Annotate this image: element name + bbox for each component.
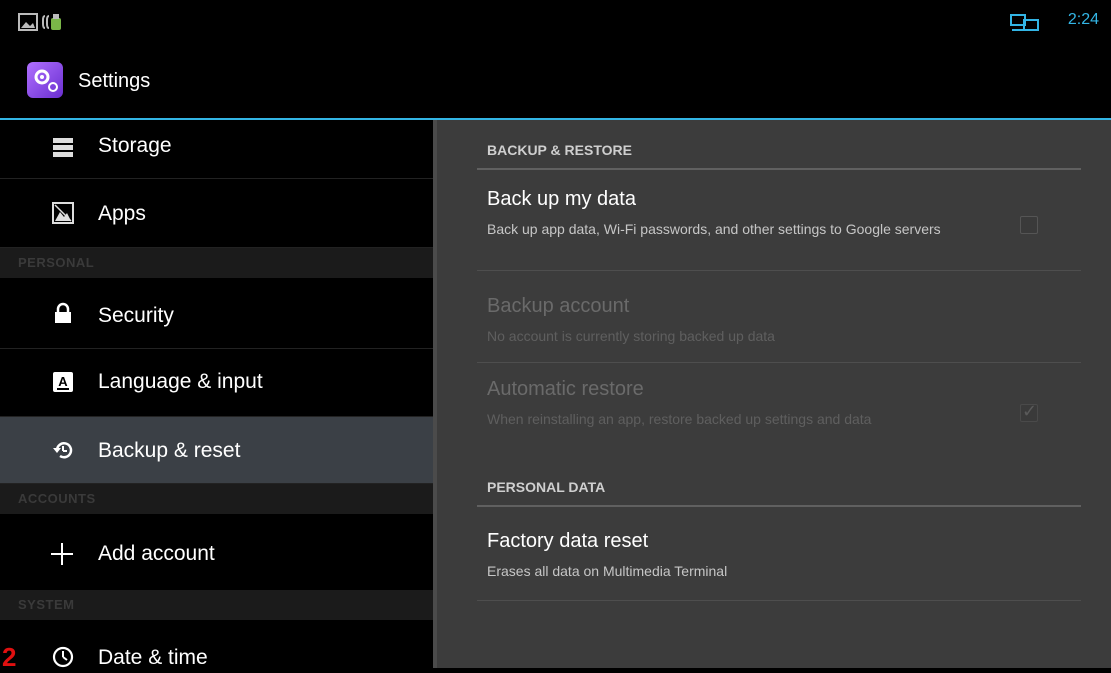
sidebar-item-backup-reset[interactable]: Backup & reset bbox=[0, 417, 433, 484]
pref-automatic-restore: Automatic restore When reinstalling an a… bbox=[477, 378, 1081, 468]
status-bar: 2:24 bbox=[0, 0, 1111, 44]
settings-sidebar: Storage Apps PERSONAL Security A Languag… bbox=[0, 120, 433, 672]
sidebar-item-apps[interactable]: Apps bbox=[0, 179, 433, 248]
section-divider bbox=[477, 505, 1081, 507]
backup-checkbox[interactable] bbox=[1020, 216, 1038, 234]
section-header-system: SYSTEM bbox=[0, 590, 433, 620]
network-connected-icon bbox=[1010, 14, 1042, 36]
sidebar-item-add-account[interactable]: Add account bbox=[0, 518, 433, 591]
annotation-marker: 2 bbox=[2, 642, 17, 672]
pref-backup-account: Backup account No account is currently s… bbox=[477, 295, 1081, 363]
keyboard-icon: A bbox=[52, 371, 74, 393]
svg-text:A: A bbox=[58, 374, 68, 389]
sidebar-item-storage[interactable]: Storage bbox=[0, 120, 433, 179]
pref-title: Automatic restore bbox=[487, 378, 644, 400]
clock: 2:24 bbox=[1067, 11, 1099, 28]
usb-debug-icon bbox=[42, 12, 64, 36]
checkmark-icon: ✓ bbox=[1022, 401, 1038, 422]
pref-summary: Back up app data, Wi-Fi passwords, and o… bbox=[487, 221, 941, 237]
pref-title: Factory data reset bbox=[487, 530, 649, 552]
sidebar-item-label: Backup & reset bbox=[98, 439, 241, 462]
auto-restore-checkbox: ✓ bbox=[1020, 401, 1038, 422]
add-icon bbox=[50, 542, 73, 565]
section-divider bbox=[477, 168, 1081, 170]
detail-pane: BACKUP & RESTORE Back up my data Back up… bbox=[433, 120, 1111, 668]
backup-restore-icon bbox=[52, 439, 74, 461]
section-header-personal: PERSONAL bbox=[0, 248, 433, 278]
clock-icon bbox=[52, 646, 74, 668]
sidebar-item-label: Security bbox=[98, 304, 174, 327]
sidebar-item-label: Date & time bbox=[98, 646, 208, 669]
pref-factory-data-reset[interactable]: Factory data reset Erases all data on Mu… bbox=[477, 530, 1081, 601]
settings-app-icon[interactable] bbox=[27, 62, 63, 98]
pref-title: Backup account bbox=[487, 295, 630, 317]
image-notification-icon bbox=[18, 12, 38, 36]
apps-icon bbox=[52, 202, 74, 224]
storage-icon bbox=[52, 136, 74, 158]
section-header-personal-data: PERSONAL DATA bbox=[487, 479, 606, 495]
pref-summary: No account is currently storing backed u… bbox=[487, 328, 775, 344]
pref-summary: When reinstalling an app, restore backed… bbox=[487, 411, 872, 427]
action-bar: Settings bbox=[0, 44, 1111, 120]
sidebar-item-date-time[interactable]: Date & time bbox=[0, 620, 433, 669]
pref-back-up-my-data[interactable]: Back up my data Back up app data, Wi-Fi … bbox=[477, 188, 1081, 271]
pref-summary: Erases all data on Multimedia Terminal bbox=[487, 563, 728, 579]
section-header-accounts: ACCOUNTS bbox=[0, 484, 433, 514]
sidebar-item-label: Add account bbox=[98, 542, 215, 565]
lock-icon bbox=[52, 302, 74, 324]
app-title: Settings bbox=[78, 70, 151, 92]
sidebar-item-label: Language & input bbox=[98, 370, 263, 393]
section-header-backup-restore: BACKUP & RESTORE bbox=[487, 142, 632, 158]
sidebar-item-security[interactable]: Security bbox=[0, 278, 433, 349]
sidebar-item-language-input[interactable]: A Language & input bbox=[0, 349, 433, 417]
sidebar-item-label: Apps bbox=[98, 202, 146, 225]
pref-title: Back up my data bbox=[487, 188, 636, 210]
sidebar-item-label: Storage bbox=[98, 134, 172, 157]
